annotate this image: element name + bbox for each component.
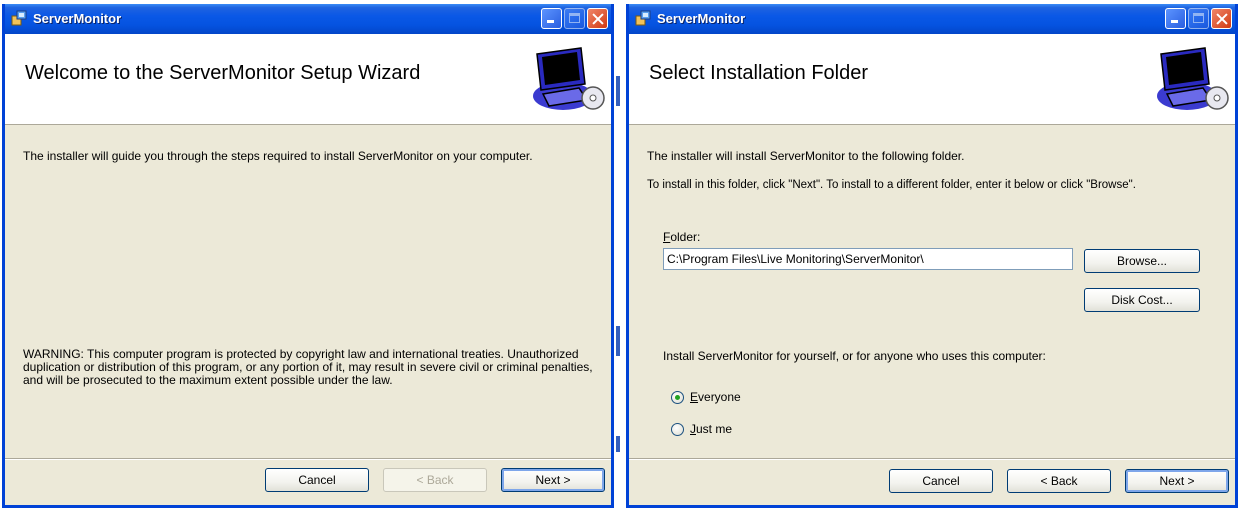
install-location-text: The installer will install ServerMonitor… xyxy=(647,149,965,163)
back-button[interactable]: < Back xyxy=(1007,469,1111,493)
just-me-label[interactable]: Just me xyxy=(690,422,732,436)
page-title: Welcome to the ServerMonitor Setup Wizar… xyxy=(25,62,421,84)
close-button[interactable] xyxy=(1211,8,1232,29)
everyone-label-accel: E xyxy=(690,390,699,404)
computer-disc-icon xyxy=(533,47,605,110)
close-button[interactable] xyxy=(587,8,608,29)
title-bar[interactable]: ServerMonitor xyxy=(5,4,611,34)
just-me-radio[interactable] xyxy=(671,423,684,436)
disk-cost-button[interactable]: Disk Cost... xyxy=(1084,288,1200,312)
desktop-gap xyxy=(614,6,624,510)
browse-button[interactable]: Browse... xyxy=(1084,249,1200,273)
intro-text: The installer will guide you through the… xyxy=(23,149,533,163)
browse-instructions: To install in this folder, click "Next".… xyxy=(647,179,1136,191)
welcome-window: ServerMonitor Welcome to the ServerMonit… xyxy=(2,4,614,508)
folder-label: Folder: xyxy=(663,230,700,244)
everyone-label[interactable]: Everyone xyxy=(690,390,741,404)
footer-divider xyxy=(5,458,611,460)
just-me-label-rest: ust me xyxy=(696,422,733,436)
back-button: < Back xyxy=(383,468,487,492)
minimize-button[interactable] xyxy=(1165,8,1186,29)
computer-disc-icon xyxy=(1157,47,1229,110)
wizard-banner: Select Installation Folder xyxy=(629,34,1235,125)
radio-selected-dot xyxy=(675,395,680,400)
page-title: Select Installation Folder xyxy=(649,62,869,84)
everyone-label-rest: veryone xyxy=(698,390,741,404)
maximize-button xyxy=(564,8,585,29)
installer-icon xyxy=(635,10,651,26)
window-title: ServerMonitor xyxy=(33,11,122,26)
footer-divider xyxy=(629,458,1235,460)
installer-icon xyxy=(11,10,27,26)
folder-label-rest: older: xyxy=(670,230,701,244)
install-for-text: Install ServerMonitor for yourself, or f… xyxy=(663,349,1046,363)
copyright-warning: WARNING: This computer program is protec… xyxy=(23,347,593,387)
next-button[interactable]: Next > xyxy=(1125,469,1229,493)
window-title: ServerMonitor xyxy=(657,11,746,26)
maximize-button xyxy=(1188,8,1209,29)
cancel-button[interactable]: Cancel xyxy=(889,469,993,493)
minimize-button[interactable] xyxy=(541,8,562,29)
cancel-button[interactable]: Cancel xyxy=(265,468,369,492)
everyone-radio[interactable] xyxy=(671,391,684,404)
folder-path-input[interactable] xyxy=(663,248,1073,270)
title-bar[interactable]: ServerMonitor xyxy=(629,4,1235,34)
next-button[interactable]: Next > xyxy=(501,468,605,492)
wizard-banner: Welcome to the ServerMonitor Setup Wizar… xyxy=(5,34,611,125)
folder-window: ServerMonitor Select Installation Folder… xyxy=(626,4,1238,508)
